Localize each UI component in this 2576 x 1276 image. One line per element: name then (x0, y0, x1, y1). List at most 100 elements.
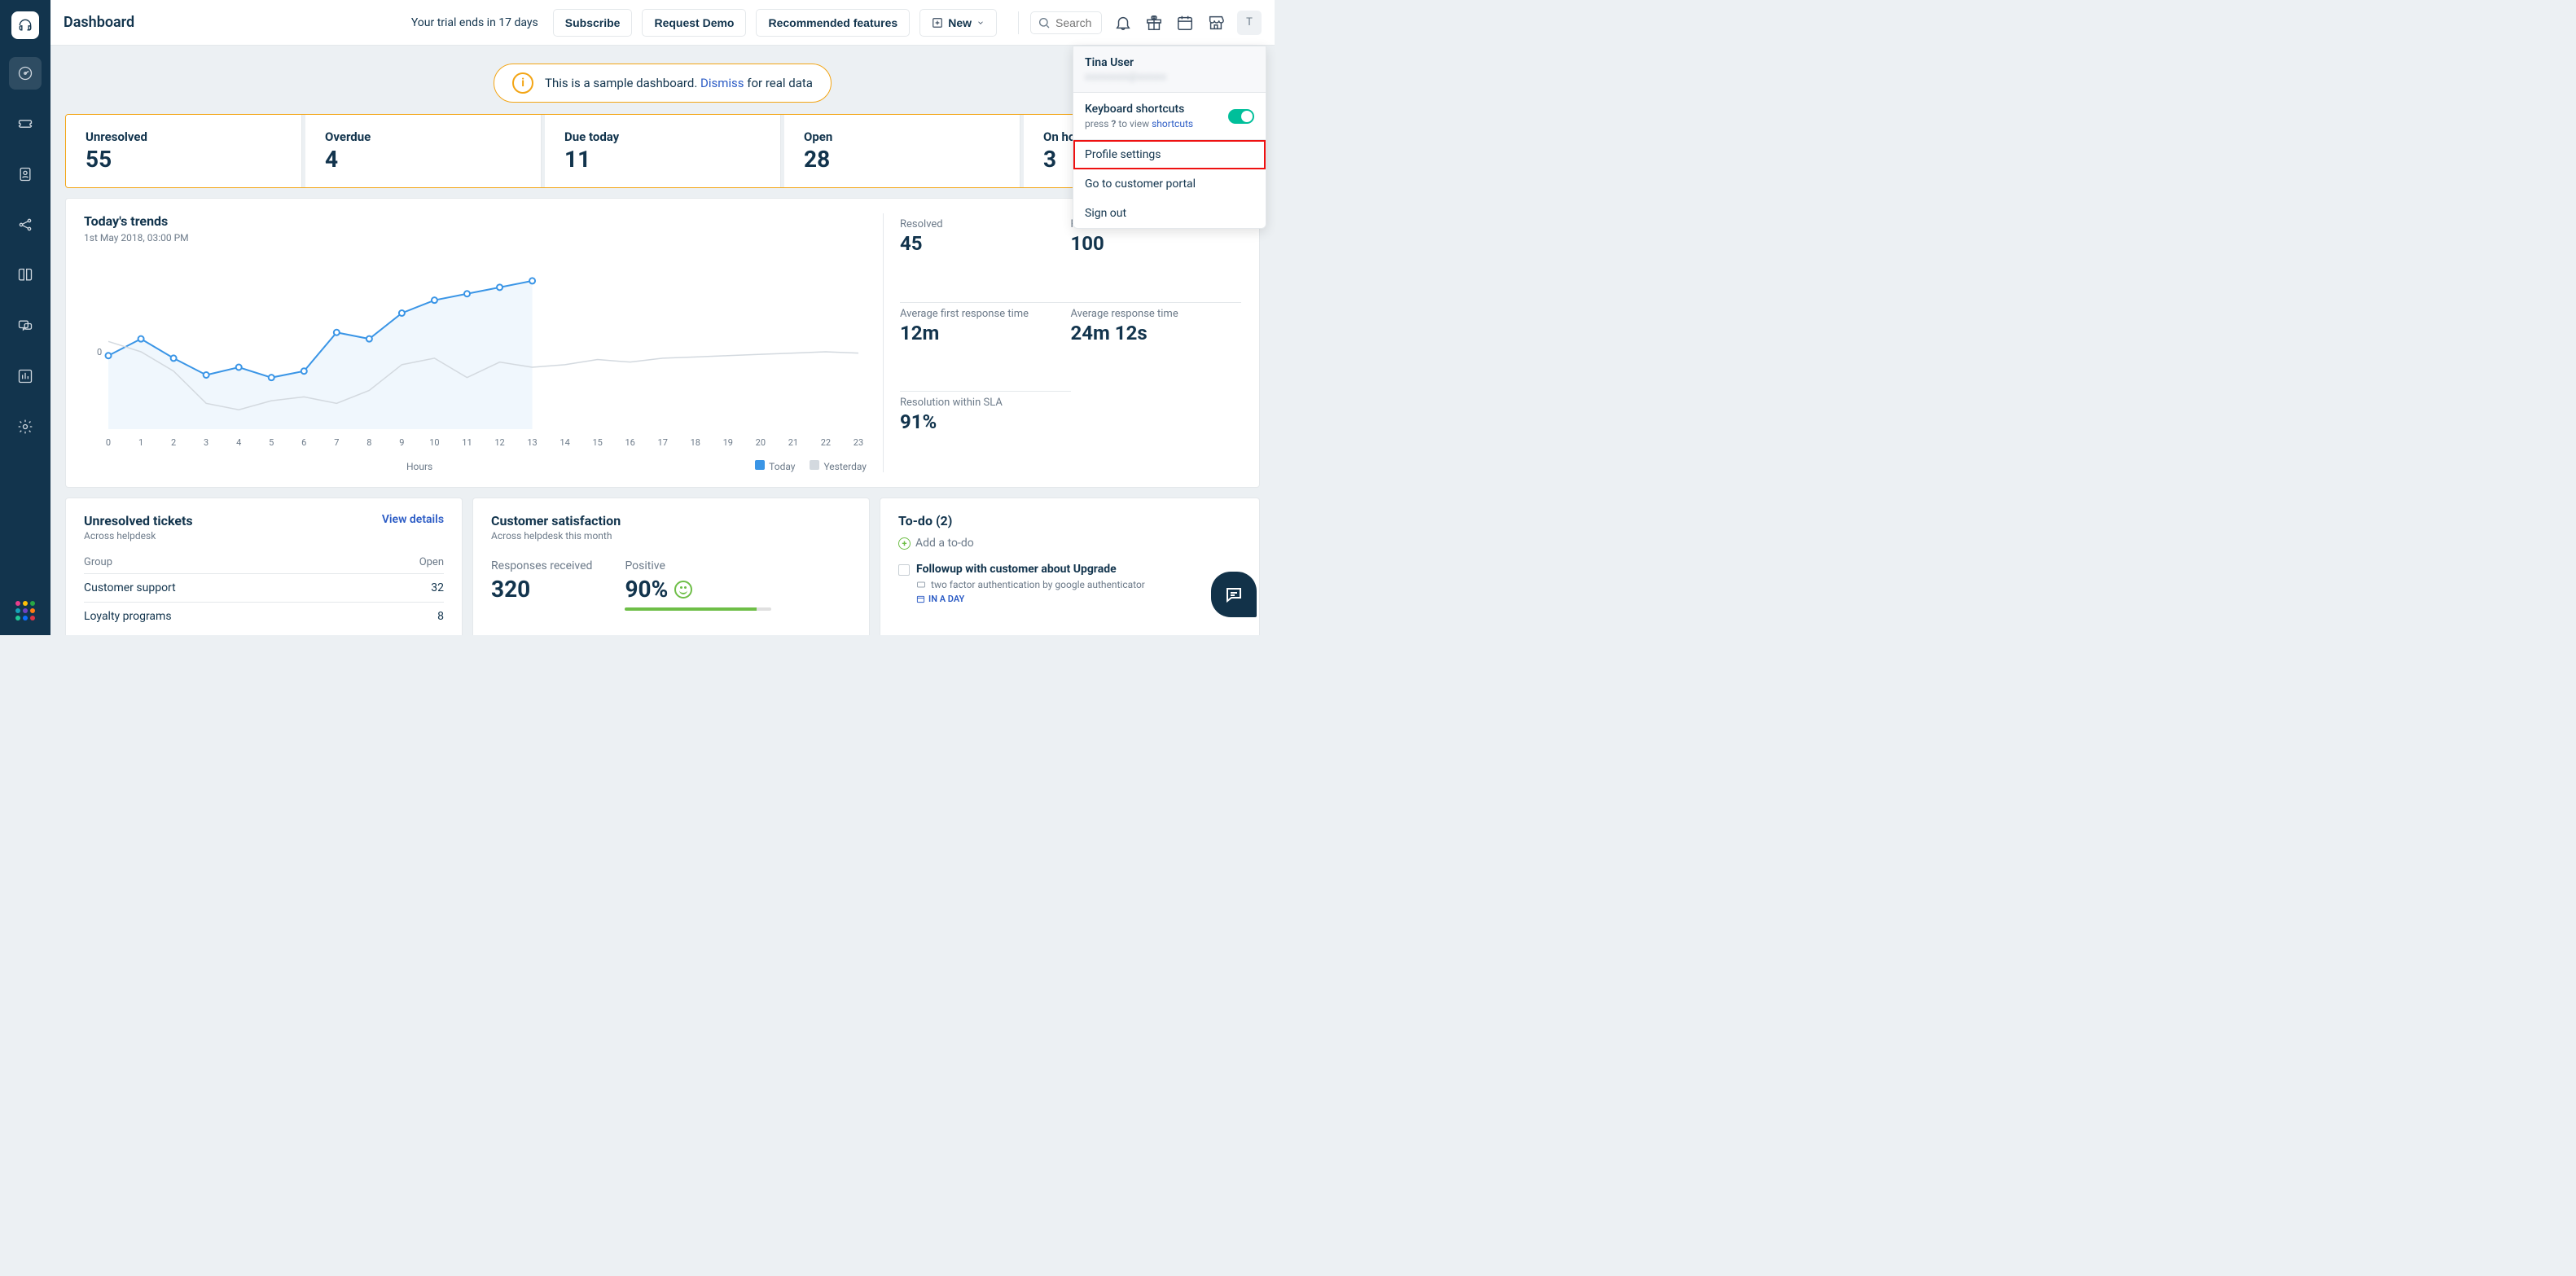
svg-text:3: 3 (204, 437, 208, 448)
header: Dashboard Your trial ends in 17 days Sub… (50, 0, 1275, 46)
unresolved-tickets-card: Unresolved tickets Across helpdesk View … (65, 498, 463, 635)
marketplace-icon[interactable] (1206, 13, 1226, 33)
svg-text:15: 15 (592, 437, 602, 448)
metric-sla: Resolution within SLA91% (900, 391, 1071, 472)
chat-fab[interactable] (1211, 572, 1257, 617)
subscribe-button[interactable]: Subscribe (553, 9, 633, 37)
new-button[interactable]: New (919, 9, 997, 37)
lower-row: Unresolved tickets Across helpdesk View … (65, 498, 1260, 635)
stat-due-today[interactable]: Due today11 (545, 115, 781, 187)
nav-admin[interactable] (9, 410, 42, 443)
kb-shortcuts-hint: press ? to view shortcuts (1085, 118, 1193, 129)
banner-text: This is a sample dashboard. Dismiss for … (545, 76, 813, 90)
new-button-label: New (948, 16, 972, 29)
sidebar (0, 0, 50, 635)
svg-text:0: 0 (97, 347, 102, 357)
user-name: Tina User (1085, 56, 1254, 69)
trends-chart: 001234567891011121314151617181920212223 (84, 266, 867, 454)
todo-title: To-do (2) (898, 513, 1241, 528)
search-box[interactable] (1030, 11, 1102, 34)
user-avatar-button[interactable]: T (1237, 11, 1262, 35)
nav-forums[interactable] (9, 309, 42, 342)
stat-unresolved[interactable]: Unresolved55 (66, 115, 302, 187)
csat-title: Customer satisfaction (491, 513, 851, 528)
svg-text:2: 2 (171, 437, 176, 448)
nav-social[interactable] (9, 208, 42, 241)
user-email: xxxxxxxxx@xxxxxx (1085, 71, 1254, 82)
positive-metric: Positive 90% (625, 559, 771, 611)
user-menu: Tina User xxxxxxxxx@xxxxxx Keyboard shor… (1073, 46, 1266, 229)
notifications-icon[interactable] (1113, 13, 1133, 33)
svg-text:7: 7 (334, 437, 339, 448)
trends-card: Today's trends 1st May 2018, 03:00 PM 00… (65, 198, 1260, 488)
svg-text:11: 11 (462, 437, 472, 448)
kb-shortcuts-title: Keyboard shortcuts (1085, 103, 1193, 116)
header-icons (1113, 13, 1226, 33)
svg-text:17: 17 (658, 437, 668, 448)
nav-tickets[interactable] (9, 107, 42, 140)
dismiss-link[interactable]: Dismiss (700, 76, 744, 90)
svg-text:23: 23 (854, 437, 863, 448)
calendar-small-icon (916, 594, 925, 603)
view-details-link[interactable]: View details (382, 513, 444, 526)
smile-icon (674, 581, 692, 599)
legend-yesterday: Yesterday (810, 460, 867, 472)
svg-text:16: 16 (625, 437, 635, 448)
kb-shortcuts-toggle[interactable] (1228, 109, 1254, 124)
page-title: Dashboard (64, 14, 134, 31)
nav-solutions[interactable] (9, 259, 42, 292)
svg-text:14: 14 (560, 437, 569, 448)
svg-text:20: 20 (756, 437, 766, 448)
search-icon (1038, 16, 1051, 29)
recommended-features-button[interactable]: Recommended features (756, 9, 910, 37)
trends-subtitle: 1st May 2018, 03:00 PM (84, 232, 867, 243)
svg-text:12: 12 (494, 437, 504, 448)
todo-item[interactable]: Followup with customer about Upgrade two… (898, 563, 1241, 604)
info-icon: i (512, 72, 533, 94)
customer-portal-link[interactable]: Go to customer portal (1073, 169, 1266, 199)
x-axis-label: Hours (406, 461, 432, 472)
unresolved-title: Unresolved tickets (84, 513, 193, 528)
sign-out-link[interactable]: Sign out (1073, 199, 1266, 228)
add-todo-button[interactable]: + Add a to-do (898, 537, 1241, 550)
svg-text:9: 9 (399, 437, 404, 448)
svg-text:6: 6 (301, 437, 306, 448)
positive-bar (625, 607, 771, 611)
app-logo[interactable] (11, 11, 39, 39)
svg-text:10: 10 (429, 437, 439, 448)
trends-metrics: Resolved45 Received100 Average first res… (883, 213, 1241, 472)
csat-subtitle: Across helpdesk this month (491, 530, 851, 542)
legend-today: Today (755, 460, 795, 472)
svg-text:1: 1 (138, 437, 143, 448)
todo-card: To-do (2) + Add a to-do Followup with cu… (880, 498, 1260, 635)
shortcuts-link[interactable]: shortcuts (1152, 118, 1193, 129)
divider (1018, 11, 1019, 34)
plus-icon: + (898, 537, 911, 550)
unresolved-subtitle: Across helpdesk (84, 530, 193, 542)
nav-reports[interactable] (9, 360, 42, 392)
stat-open[interactable]: Open28 (784, 115, 1020, 187)
svg-text:22: 22 (821, 437, 831, 448)
svg-text:0: 0 (106, 437, 111, 448)
chevron-down-icon (976, 19, 985, 27)
svg-text:21: 21 (788, 437, 798, 448)
gift-icon[interactable] (1144, 13, 1164, 33)
responses-metric: Responses received 320 (491, 559, 592, 611)
table-row[interactable]: Loyalty programs8 (84, 603, 444, 630)
stat-overdue[interactable]: Overdue4 (305, 115, 542, 187)
app-switcher-icon[interactable] (15, 601, 35, 620)
trial-message: Your trial ends in 17 days (411, 16, 538, 29)
table-row[interactable]: Customer support32 (84, 574, 444, 603)
calendar-icon[interactable] (1175, 13, 1195, 33)
nav-contacts[interactable] (9, 158, 42, 191)
checkbox[interactable] (898, 564, 910, 576)
metric-first-response: Average first response time12m (900, 302, 1071, 384)
search-input[interactable] (1055, 16, 1095, 29)
profile-settings-link[interactable]: Profile settings (1073, 140, 1266, 169)
svg-text:13: 13 (527, 437, 537, 448)
request-demo-button[interactable]: Request Demo (642, 9, 746, 37)
nav-dashboard[interactable] (9, 57, 42, 90)
svg-text:5: 5 (269, 437, 274, 448)
svg-text:18: 18 (691, 437, 700, 448)
ticket-icon (916, 580, 926, 590)
